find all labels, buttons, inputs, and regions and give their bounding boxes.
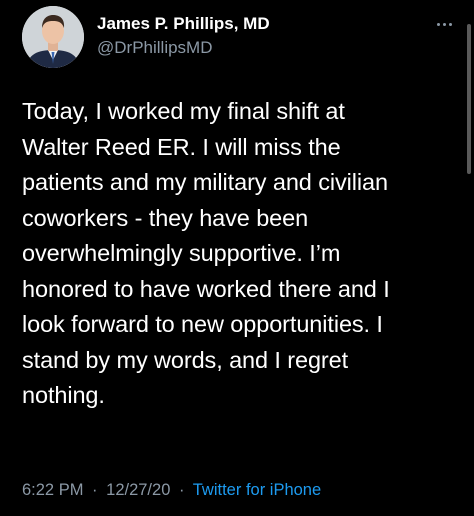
more-dot [437,22,440,26]
tweet-meta: 6:22 PM · 12/27/20 · Twitter for iPhone [22,481,321,500]
more-dot [449,22,452,26]
tweet-text-line: Today, I worked my final shift at [22,98,345,124]
avatar[interactable] [22,6,84,68]
meta-separator: · [178,481,185,499]
tweet-text: Today, I worked my final shift at Walter… [22,94,452,414]
tweet-text-line: stand by my words, and I regret [22,346,349,373]
tweet-text-line: Walter Reed ER. I will miss the [22,133,341,160]
more-dot [443,22,446,26]
tweet-text-line: nothing. [22,382,105,408]
meta-separator: · [92,481,98,499]
tweet-date[interactable]: 12/27/20 [106,481,170,499]
tweet-text-line: overwhelmingly supportive. I’m [22,240,341,266]
user-handle[interactable]: @DrPhillipsMD [97,38,213,58]
tweet-text-line: coworkers - they have been [22,204,309,231]
tweet-time[interactable]: 6:22 PM [22,481,83,499]
avatar-photo [22,6,84,68]
tweet: James P. Phillips, MD @DrPhillipsMD Toda… [0,0,474,516]
display-name[interactable]: James P. Phillips, MD [97,14,270,34]
tweet-text-line: patients and my military and civilian [22,169,388,195]
tweet-source-link[interactable]: Twitter for iPhone [193,481,321,499]
tweet-text-line: look forward to new opportunities. I [22,311,383,337]
more-options-icon[interactable] [430,20,452,28]
scrollbar[interactable] [467,24,471,174]
tweet-text-line: honored to have worked there and I [22,275,390,302]
